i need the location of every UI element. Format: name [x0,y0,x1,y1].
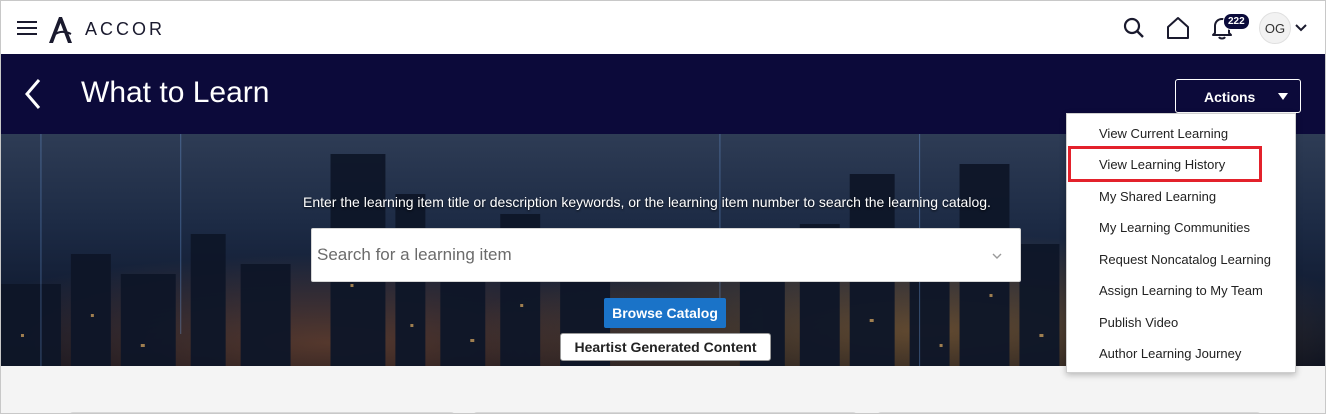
chevron-down-icon[interactable] [992,251,1002,261]
notifications-bell-icon[interactable]: 222 [1205,11,1250,45]
menu-item-my-shared-learning[interactable]: My Shared Learning [1099,189,1216,204]
heartist-generated-content-button[interactable]: Heartist Generated Content [560,333,771,361]
menu-item-author-learning-journey[interactable]: Author Learning Journey [1099,346,1241,361]
chevron-down-icon[interactable] [1295,21,1309,35]
menu-item-my-learning-communities[interactable]: My Learning Communities [1099,220,1250,235]
page-title: What to Learn [81,76,270,109]
app-window: ACCOR 222 OG What to Learn Actions Enter… [0,0,1326,414]
menu-item-assign-learning-to-my-team[interactable]: Assign Learning to My Team [1099,283,1263,298]
browse-catalog-button[interactable]: Browse Catalog [604,298,726,328]
content-area [1,366,1325,413]
top-icons: 222 OG [1107,11,1309,45]
accor-logo-mark-icon [49,17,72,43]
search-box [311,228,1021,282]
top-bar: ACCOR 222 OG [1,1,1325,54]
notification-badge: 222 [1223,13,1250,30]
menu-item-publish-video[interactable]: Publish Video [1099,315,1178,330]
menu-item-request-noncatalog-learning[interactable]: Request Noncatalog Learning [1099,252,1271,267]
hamburger-menu-icon[interactable] [17,21,37,35]
caret-down-icon [1278,93,1288,100]
brand-name: ACCOR [85,18,166,39]
actions-button[interactable]: Actions [1175,79,1301,113]
avatar[interactable]: OG [1259,12,1291,44]
search-icon[interactable] [1117,11,1151,45]
highlight-box [1068,146,1262,182]
search-instruction: Enter the learning item title or descrip… [303,194,991,210]
home-icon[interactable] [1161,11,1195,45]
accor-logo[interactable]: ACCOR [45,13,165,45]
back-arrow-icon[interactable] [23,78,43,110]
actions-button-label: Actions [1204,89,1256,105]
search-input[interactable] [317,237,967,273]
menu-item-view-current-learning[interactable]: View Current Learning [1099,126,1228,141]
